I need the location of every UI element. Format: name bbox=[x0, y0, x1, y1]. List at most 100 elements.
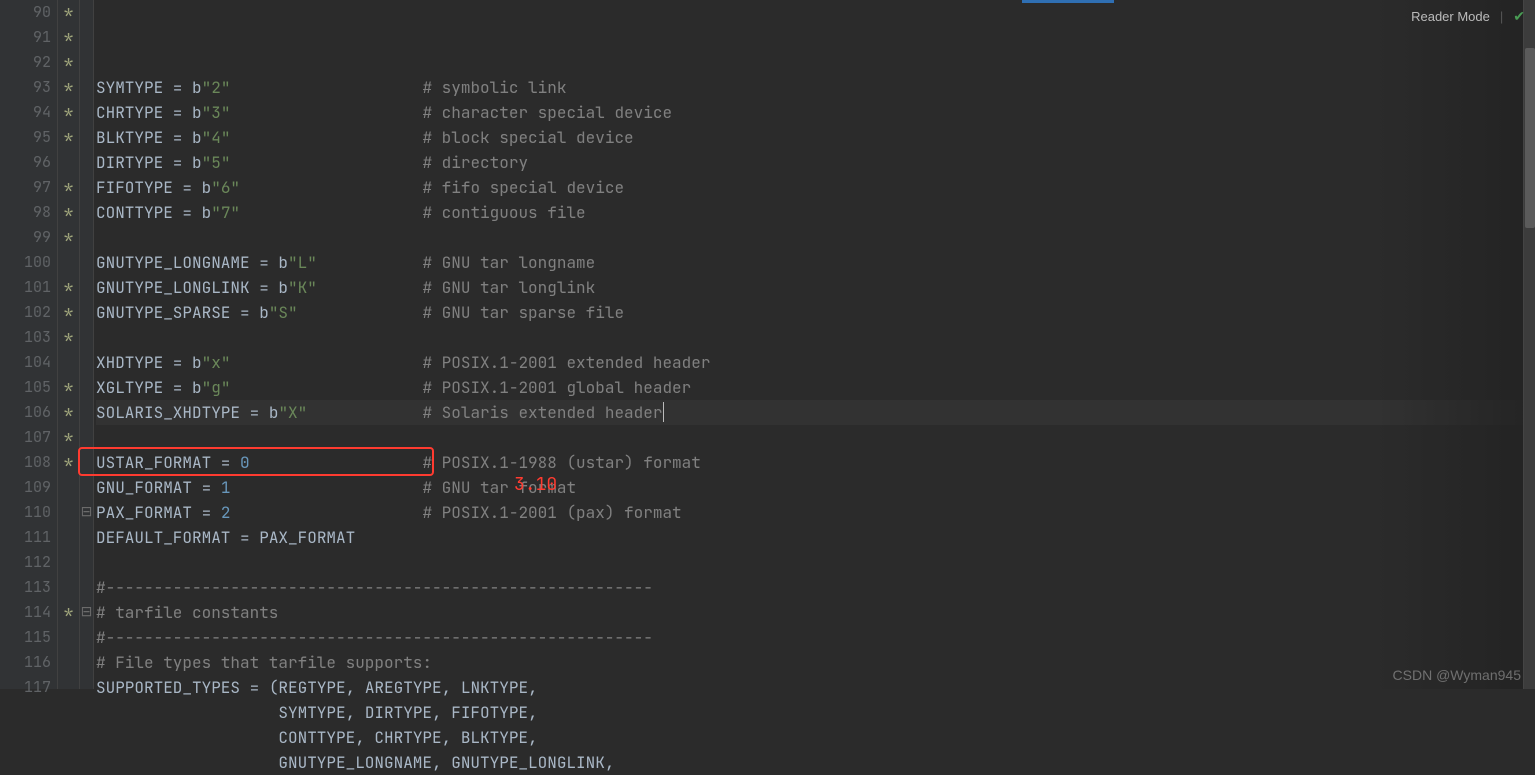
token-op: = bbox=[250, 277, 279, 298]
code-line[interactable] bbox=[96, 425, 1535, 450]
line-number[interactable]: 117 bbox=[0, 675, 51, 700]
line-number[interactable]: 109 bbox=[0, 475, 51, 500]
change-mark: * bbox=[58, 275, 79, 300]
code-line[interactable]: CONTTYPE, CHRTYPE, BLKTYPE, bbox=[96, 725, 1535, 750]
line-number[interactable]: 101 bbox=[0, 275, 51, 300]
text-caret bbox=[663, 402, 664, 422]
token-op bbox=[307, 402, 422, 423]
change-mark bbox=[58, 525, 79, 550]
fold-toggle-icon[interactable]: ⊟ bbox=[81, 603, 93, 621]
code-line[interactable]: SYMTYPE = b"2" # symbolic link bbox=[96, 75, 1535, 100]
line-number[interactable]: 93 bbox=[0, 75, 51, 100]
token-str-prefix: b bbox=[259, 302, 269, 323]
token-ident: BLKTYPE bbox=[96, 127, 163, 148]
line-number[interactable]: 105 bbox=[0, 375, 51, 400]
token-ident: XHDTYPE bbox=[96, 352, 163, 373]
code-line[interactable]: XHDTYPE = b"x" # POSIX.1-2001 extended h… bbox=[96, 350, 1535, 375]
line-number[interactable]: 107 bbox=[0, 425, 51, 450]
line-number[interactable]: 113 bbox=[0, 575, 51, 600]
fold-toggle-icon[interactable]: ⊟ bbox=[81, 503, 93, 521]
token-op bbox=[298, 302, 423, 323]
token-comment: # directory bbox=[422, 152, 528, 173]
line-number[interactable]: 114 bbox=[0, 600, 51, 625]
token-ident: GNUTYPE_LONGNAME bbox=[278, 752, 432, 773]
token-ident: FIFOTYPE bbox=[96, 177, 173, 198]
line-number[interactable]: 106 bbox=[0, 400, 51, 425]
line-number[interactable]: 95 bbox=[0, 125, 51, 150]
line-number[interactable]: 92 bbox=[0, 50, 51, 75]
line-number[interactable]: 108 bbox=[0, 450, 51, 475]
line-number[interactable]: 110 bbox=[0, 500, 51, 525]
line-number-gutter[interactable]: 9091929394959697989910010110210310410510… bbox=[0, 0, 58, 689]
token-op bbox=[240, 177, 422, 198]
code-line[interactable]: SYMTYPE, DIRTYPE, FIFOTYPE, bbox=[96, 700, 1535, 725]
line-number[interactable]: 102 bbox=[0, 300, 51, 325]
token-ident: XGLTYPE bbox=[96, 377, 163, 398]
line-number[interactable]: 104 bbox=[0, 350, 51, 375]
code-line[interactable]: # tarfile constants bbox=[96, 600, 1535, 625]
line-number[interactable]: 116 bbox=[0, 650, 51, 675]
scrollbar-track[interactable] bbox=[1523, 0, 1535, 689]
change-mark bbox=[58, 650, 79, 675]
check-icon[interactable]: ✔ bbox=[1513, 8, 1525, 25]
token-op: , bbox=[528, 677, 538, 698]
code-line[interactable]: CONTTYPE = b"7" # contiguous file bbox=[96, 200, 1535, 225]
token-op: = bbox=[230, 302, 259, 323]
code-line[interactable]: GNU_FORMAT = 1 # GNU tar format bbox=[96, 475, 1535, 500]
change-mark bbox=[58, 150, 79, 175]
code-line[interactable]: USTAR_FORMAT = 0 # POSIX.1-1988 (ustar) … bbox=[96, 450, 1535, 475]
line-number[interactable]: 91 bbox=[0, 25, 51, 50]
line-number[interactable]: 96 bbox=[0, 150, 51, 175]
token-op bbox=[96, 727, 278, 748]
token-op: = bbox=[163, 377, 192, 398]
token-op: = bbox=[211, 452, 240, 473]
token-op: = bbox=[250, 252, 279, 273]
code-line[interactable] bbox=[96, 225, 1535, 250]
line-number[interactable]: 100 bbox=[0, 250, 51, 275]
line-number[interactable]: 94 bbox=[0, 100, 51, 125]
code-line[interactable]: SOLARIS_XHDTYPE = b"X" # Solaris extende… bbox=[96, 400, 1535, 425]
code-line[interactable]: PAX_FORMAT = 2 # POSIX.1-2001 (pax) form… bbox=[96, 500, 1535, 525]
change-mark bbox=[58, 350, 79, 375]
code-line[interactable]: #---------------------------------------… bbox=[96, 575, 1535, 600]
token-ident: DEFAULT_FORMAT bbox=[96, 527, 230, 548]
code-line[interactable]: DIRTYPE = b"5" # directory bbox=[96, 150, 1535, 175]
token-ident: GNU_FORMAT bbox=[96, 477, 192, 498]
annotation-text: 3.10 bbox=[514, 473, 557, 496]
change-mark: * bbox=[58, 375, 79, 400]
line-number[interactable]: 103 bbox=[0, 325, 51, 350]
fold-gutter[interactable]: ⊟⊟ bbox=[80, 0, 94, 689]
line-number[interactable]: 97 bbox=[0, 175, 51, 200]
code-line[interactable]: # File types that tarfile supports: bbox=[96, 650, 1535, 675]
token-op: , bbox=[528, 702, 538, 723]
token-ident: CONTTYPE bbox=[278, 727, 355, 748]
code-line[interactable]: GNUTYPE_LONGNAME, GNUTYPE_LONGLINK, bbox=[96, 750, 1535, 775]
code-line[interactable]: #---------------------------------------… bbox=[96, 625, 1535, 650]
change-marks-gutter: ***************** bbox=[58, 0, 80, 689]
code-line[interactable]: BLKTYPE = b"4" # block special device bbox=[96, 125, 1535, 150]
line-number[interactable]: 98 bbox=[0, 200, 51, 225]
scrollbar-thumb[interactable] bbox=[1525, 48, 1535, 228]
token-ident: GNUTYPE_LONGLINK bbox=[451, 752, 605, 773]
line-number[interactable]: 112 bbox=[0, 550, 51, 575]
line-number[interactable]: 111 bbox=[0, 525, 51, 550]
token-op bbox=[96, 702, 278, 723]
token-ident: LNKTYPE bbox=[461, 677, 528, 698]
code-area[interactable]: SYMTYPE = b"2" # symbolic linkCHRTYPE = … bbox=[94, 0, 1535, 689]
code-line[interactable]: XGLTYPE = b"g" # POSIX.1-2001 global hea… bbox=[96, 375, 1535, 400]
change-mark bbox=[58, 500, 79, 525]
code-line[interactable]: FIFOTYPE = b"6" # fifo special device bbox=[96, 175, 1535, 200]
code-line[interactable]: GNUTYPE_LONGLINK = b"K" # GNU tar longli… bbox=[96, 275, 1535, 300]
reader-mode-label[interactable]: Reader Mode bbox=[1411, 9, 1490, 24]
code-line[interactable]: GNUTYPE_SPARSE = b"S" # GNU tar sparse f… bbox=[96, 300, 1535, 325]
code-line[interactable]: SUPPORTED_TYPES = (REGTYPE, AREGTYPE, LN… bbox=[96, 675, 1535, 700]
change-mark: * bbox=[58, 225, 79, 250]
code-line[interactable]: DEFAULT_FORMAT = PAX_FORMAT bbox=[96, 525, 1535, 550]
code-line[interactable]: CHRTYPE = b"3" # character special devic… bbox=[96, 100, 1535, 125]
code-line[interactable] bbox=[96, 550, 1535, 575]
line-number[interactable]: 115 bbox=[0, 625, 51, 650]
line-number[interactable]: 90 bbox=[0, 0, 51, 25]
code-line[interactable]: GNUTYPE_LONGNAME = b"L" # GNU tar longna… bbox=[96, 250, 1535, 275]
line-number[interactable]: 99 bbox=[0, 225, 51, 250]
code-line[interactable] bbox=[96, 325, 1535, 350]
